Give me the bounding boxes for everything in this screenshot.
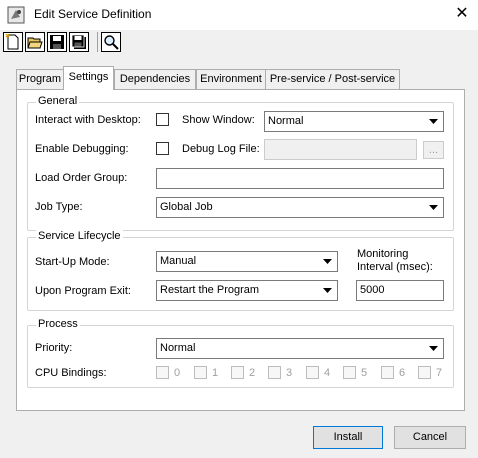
startup-mode-select[interactable]: Manual [156, 251, 338, 272]
cpu-2-checkbox[interactable] [231, 366, 244, 379]
priority-label: Priority: [35, 342, 73, 354]
cpu-3-label: 3 [286, 367, 293, 379]
monitoring-interval-field[interactable]: 5000 [356, 280, 444, 301]
process-group-label: Process [36, 318, 80, 330]
search-icon[interactable] [101, 32, 121, 52]
cpu-3-checkbox[interactable] [268, 366, 281, 379]
tab-program[interactable]: Program [16, 69, 64, 89]
load-order-field[interactable] [156, 168, 444, 189]
startup-mode-label: Start-Up Mode: [35, 256, 110, 268]
debug-log-field[interactable] [264, 139, 417, 160]
title-bar: Edit Service Definition ✕ [0, 0, 478, 30]
tab-pre-post-service[interactable]: Pre-service / Post-service [265, 69, 400, 89]
close-icon[interactable]: ✕ [448, 2, 476, 28]
tab-settings[interactable]: Settings [63, 66, 114, 90]
program-exit-label: Upon Program Exit: [35, 285, 131, 297]
install-button[interactable]: Install [313, 426, 383, 449]
toolbar-separator [97, 32, 98, 52]
show-window-value: Normal [268, 115, 304, 127]
chevron-down-icon [425, 340, 442, 357]
priority-value: Normal [160, 342, 196, 354]
enable-debugging-checkbox[interactable] [156, 142, 169, 155]
chevron-down-icon [425, 113, 442, 130]
job-type-label: Job Type: [35, 201, 83, 213]
program-exit-select[interactable]: Restart the Program [156, 280, 338, 301]
app-icon [7, 6, 25, 24]
show-window-label: Show Window: [182, 114, 255, 126]
cancel-button[interactable]: Cancel [394, 426, 466, 449]
general-group-label: General [36, 95, 80, 107]
monitoring-label-line2: Interval (msec): [357, 261, 433, 273]
enable-debugging-label: Enable Debugging: [35, 143, 129, 155]
lifecycle-group-label: Service Lifecycle [36, 230, 123, 242]
debug-log-label: Debug Log File: [182, 143, 260, 155]
cpu-4-checkbox[interactable] [306, 366, 319, 379]
startup-mode-value: Manual [160, 255, 197, 267]
job-type-value: Global Job [160, 201, 213, 213]
cpu-bindings-label: CPU Bindings: [35, 367, 107, 379]
save-icon[interactable] [47, 32, 67, 52]
cpu-1-label: 1 [212, 367, 219, 379]
chevron-down-icon [425, 199, 442, 216]
cpu-6-label: 6 [399, 367, 406, 379]
cpu-5-label: 5 [361, 367, 368, 379]
interact-desktop-label: Interact with Desktop: [35, 114, 141, 126]
cpu-7-label: 7 [436, 367, 443, 379]
tab-environment[interactable]: Environment [196, 69, 266, 89]
cpu-4-label: 4 [324, 367, 331, 379]
settings-panel: General Interact with Desktop: Show Wind… [16, 89, 465, 411]
show-window-select[interactable]: Normal [264, 111, 444, 132]
cpu-1-checkbox[interactable] [194, 366, 207, 379]
priority-select[interactable]: Normal [156, 338, 444, 359]
monitoring-label-line1: Monitoring [357, 248, 409, 260]
open-folder-icon[interactable] [25, 32, 45, 52]
program-exit-value: Restart the Program [160, 284, 260, 296]
job-type-select[interactable]: Global Job [156, 197, 444, 218]
window-title: Edit Service Definition [34, 7, 152, 21]
cpu-2-label: 2 [249, 367, 256, 379]
monitoring-interval-label: Monitoring Interval (msec): [357, 248, 433, 274]
cpu-6-checkbox[interactable] [381, 366, 394, 379]
save-as-icon[interactable] [69, 32, 89, 52]
interact-desktop-checkbox[interactable] [156, 113, 169, 126]
tab-dependencies[interactable]: Dependencies [114, 69, 196, 89]
cpu-0-label: 0 [174, 367, 181, 379]
new-icon[interactable] [3, 32, 23, 52]
cpu-5-checkbox[interactable] [343, 366, 356, 379]
monitoring-interval-value: 5000 [360, 284, 385, 296]
cpu-0-checkbox[interactable] [156, 366, 169, 379]
chevron-down-icon [319, 282, 336, 299]
toolbar [0, 30, 478, 55]
browse-log-button[interactable]: ... [423, 141, 444, 159]
load-order-label: Load Order Group: [35, 172, 128, 184]
cpu-7-checkbox[interactable] [418, 366, 431, 379]
chevron-down-icon [319, 253, 336, 270]
